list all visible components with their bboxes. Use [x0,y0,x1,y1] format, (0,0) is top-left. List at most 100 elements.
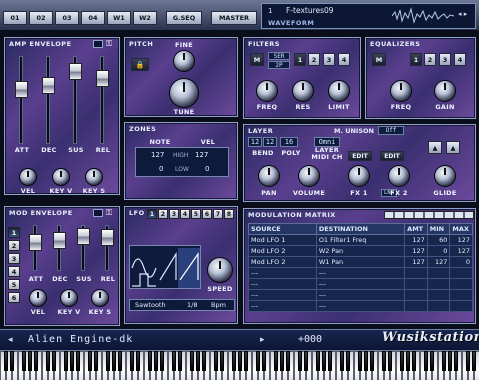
lock-icon[interactable]: ⚿ [106,39,116,49]
layer-tab[interactable]: W2 [133,11,157,25]
piano-black-key[interactable] [358,351,362,371]
piano-keyboard[interactable] [0,351,479,380]
eq-slot-1[interactable]: 1 [410,53,422,66]
volume-knob[interactable] [298,165,320,187]
key-v-knob[interactable] [52,168,70,186]
vel-knob[interactable] [19,168,37,186]
matrix-cell[interactable]: --- [315,289,406,301]
piano-black-key[interactable] [196,351,200,371]
fx-1-knob[interactable] [348,165,370,187]
vel-high-value[interactable]: 127 [195,151,208,159]
matrix-cell[interactable] [426,278,451,290]
piano-black-key[interactable] [190,351,194,371]
fader-att[interactable] [15,80,28,98]
matrix-cell[interactable] [426,300,451,312]
lock-button[interactable]: 🔒 [131,58,149,71]
piano-black-key[interactable] [148,351,152,371]
lfo-speed-knob[interactable] [207,257,233,283]
piano-black-key[interactable] [400,351,404,371]
matrix-cell[interactable]: Mod LFO 2 [248,245,317,257]
matrix-cell[interactable] [404,300,428,312]
matrix-cell[interactable]: 127 [404,234,428,246]
matrix-cell[interactable]: Mod LFO 1 [248,234,317,246]
lfo-unit-label[interactable]: Bpm [211,301,226,309]
piano-black-key[interactable] [64,351,68,371]
fader-rel[interactable] [101,229,114,247]
piano-black-key[interactable] [430,351,434,371]
piano-black-key[interactable] [448,351,452,371]
piano-black-key[interactable] [172,351,176,371]
piano-black-key[interactable] [232,351,236,371]
edit-button-1[interactable]: EDIT [348,151,372,161]
layer-tab[interactable]: 04 [81,11,105,25]
piano-black-key[interactable] [346,351,350,371]
piano-black-key[interactable] [256,351,260,371]
piano-black-key[interactable] [118,351,122,371]
fine-knob[interactable] [173,50,195,72]
matrix-cell[interactable] [426,267,451,279]
matrix-cell[interactable]: O1 Filter1 Freq [315,234,406,246]
piano-black-key[interactable] [304,351,308,371]
preset-prev-icon[interactable]: ◂ [8,335,13,345]
piano-black-key[interactable] [298,351,302,371]
matrix-column-header[interactable]: SOURCE [248,223,317,235]
bend-up-value[interactable]: 12 [248,137,262,147]
lfo-number[interactable]: 3 [169,209,179,219]
piano-black-key[interactable] [472,351,476,371]
piano-black-key[interactable] [262,351,266,371]
eq-mute-button[interactable]: M [372,53,386,66]
matrix-cell[interactable] [404,289,428,301]
matrix-cell[interactable] [449,278,473,290]
amp-envelope-toggle[interactable] [93,40,103,48]
slot-button[interactable]: 2 [424,53,436,66]
piano-black-key[interactable] [442,351,446,371]
master-button[interactable]: MASTER [211,11,257,25]
lfo-number[interactable]: 5 [191,209,201,219]
piano-black-key[interactable] [370,351,374,371]
piano-black-key[interactable] [70,351,74,371]
piano-black-key[interactable] [280,351,284,371]
matrix-column-header[interactable]: DESTINATION [315,223,406,235]
piano-black-key[interactable] [4,351,8,371]
key-s-knob[interactable] [91,289,109,307]
lfo-number[interactable]: 6 [202,209,212,219]
filter-poles-select[interactable]: 2P [268,61,290,69]
matrix-cell[interactable]: --- [248,300,317,312]
piano-black-key[interactable] [406,351,410,371]
piano-black-key[interactable] [424,351,428,371]
fader-sus[interactable] [69,63,82,81]
matrix-cell[interactable]: W1 Pan [315,256,406,268]
matrix-cell[interactable]: --- [315,300,406,312]
matrix-cell[interactable]: 60 [426,234,451,246]
preset-value[interactable]: +000 [298,334,322,345]
matrix-cell[interactable] [449,300,473,312]
layer-tab[interactable]: 02 [29,11,53,25]
fx-2-knob[interactable] [388,165,410,187]
matrix-cell[interactable] [449,267,473,279]
slot-button[interactable]: 4 [338,53,350,66]
fader-sus[interactable] [77,227,90,245]
piano-black-key[interactable] [364,351,368,371]
filter-slot-1[interactable]: 1 [294,53,306,66]
piano-black-key[interactable] [214,351,218,371]
piano-black-key[interactable] [112,351,116,371]
preset-name[interactable]: Alien Engine-dk [28,334,133,345]
matrix-cell[interactable] [404,278,428,290]
filter-mode-select[interactable]: SER [268,52,290,60]
freq-knob[interactable] [390,80,412,102]
piano-black-key[interactable] [220,351,224,371]
fader-dec[interactable] [42,77,55,95]
res-knob[interactable] [292,80,314,102]
matrix-cell[interactable]: 0 [426,245,451,257]
layer-tab[interactable]: 01 [3,11,27,25]
freq-knob[interactable] [256,80,278,102]
fader-rel[interactable] [96,70,109,88]
matrix-cell[interactable]: --- [315,267,406,279]
waveform-arrows[interactable]: ◂ ▸ [458,10,467,18]
lfo-number[interactable]: 2 [158,209,168,219]
lfo-wave-display[interactable] [129,245,201,289]
piano-black-key[interactable] [202,351,206,371]
piano-black-key[interactable] [388,351,392,371]
limit-knob[interactable] [328,80,350,102]
piano-black-key[interactable] [160,351,164,371]
